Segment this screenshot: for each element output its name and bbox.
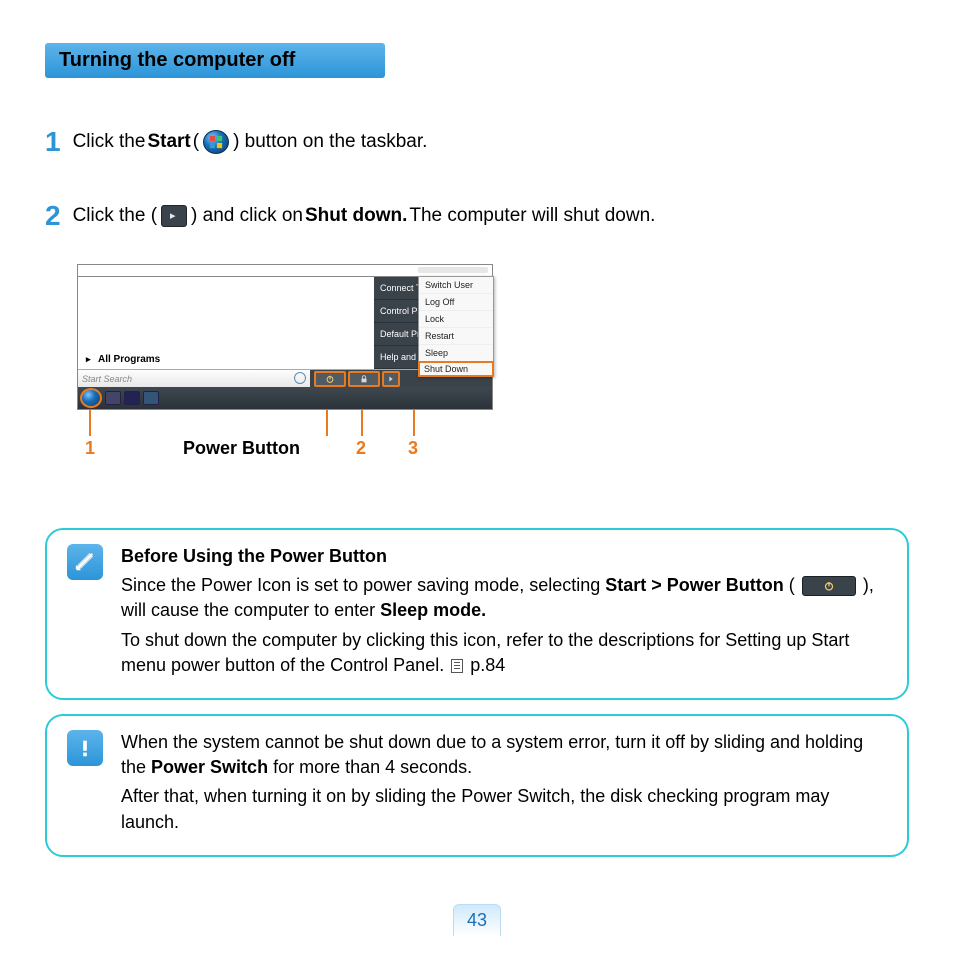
submenu-shut-down: Shut Down (418, 361, 494, 377)
submenu-switch-user: Switch User (419, 277, 493, 294)
search-icon (294, 372, 306, 384)
step-number: 2 (45, 202, 61, 230)
step-text: Click the (73, 131, 146, 153)
arrow-menu-icon (161, 205, 187, 227)
step-2: 2 Click the ( ) and click on Shut down. … (45, 202, 909, 230)
submenu-lock: Lock (419, 311, 493, 328)
note-text: Since the Power Icon is set to power sav… (121, 575, 605, 595)
note-text: p.84 (470, 655, 505, 675)
section-heading: Turning the computer off (45, 43, 385, 78)
note-text: ( (789, 575, 795, 595)
note-icon (67, 544, 103, 580)
taskbar-icon (124, 391, 140, 405)
step-text-bold: Shut down. (305, 205, 407, 227)
lock-button-icon (348, 371, 380, 387)
note-text-bold: Start > Power Button (605, 575, 784, 595)
all-programs-label: All Programs (98, 354, 160, 365)
power-submenu: Switch User Log Off Lock Restart Sleep S… (418, 276, 494, 377)
power-button-inline-icon (802, 576, 856, 596)
callout-2: 2 (356, 438, 366, 459)
start-orb-icon (203, 130, 229, 154)
submenu-sleep: Sleep (419, 345, 493, 362)
note-box-power-switch: When the system cannot be shut down due … (45, 714, 909, 857)
arrow-button-icon (382, 371, 400, 387)
taskbar-icon (105, 391, 121, 405)
submenu-log-off: Log Off (419, 294, 493, 311)
callout-1: 1 (85, 438, 95, 459)
note-text-bold: Sleep mode. (380, 600, 486, 620)
start-menu-screenshot: All Programs Connect To Control Panel De… (77, 264, 909, 460)
step-text: Click the ( (73, 205, 157, 227)
taskbar-start-orb (80, 388, 102, 408)
step-1: 1 Click the Start ( ) button on the task… (45, 128, 909, 156)
note-text-bold: Power Switch (151, 757, 268, 777)
step-text: The computer will shut down. (409, 205, 655, 227)
step-text-bold: Start (147, 131, 190, 153)
callout-power-button: Power Button (183, 438, 300, 459)
note-text: for more than 4 seconds. (273, 757, 472, 777)
note-title: Before Using the Power Button (121, 544, 887, 569)
power-button-icon (314, 371, 346, 387)
note-text: After that, when turning it on by slidin… (121, 784, 887, 834)
page-ref-icon (451, 659, 463, 673)
note-box-power-button: Before Using the Power Button Since the … (45, 528, 909, 700)
taskbar-icon (143, 391, 159, 405)
step-text: ) and click on (191, 205, 303, 227)
alert-icon (67, 730, 103, 766)
submenu-restart: Restart (419, 328, 493, 345)
step-text: ) button on the taskbar. (233, 131, 427, 153)
step-text: ( (193, 131, 199, 153)
page-number: 43 (453, 904, 501, 936)
search-placeholder: Start Search (82, 374, 132, 384)
step-number: 1 (45, 128, 61, 156)
callout-3: 3 (408, 438, 418, 459)
